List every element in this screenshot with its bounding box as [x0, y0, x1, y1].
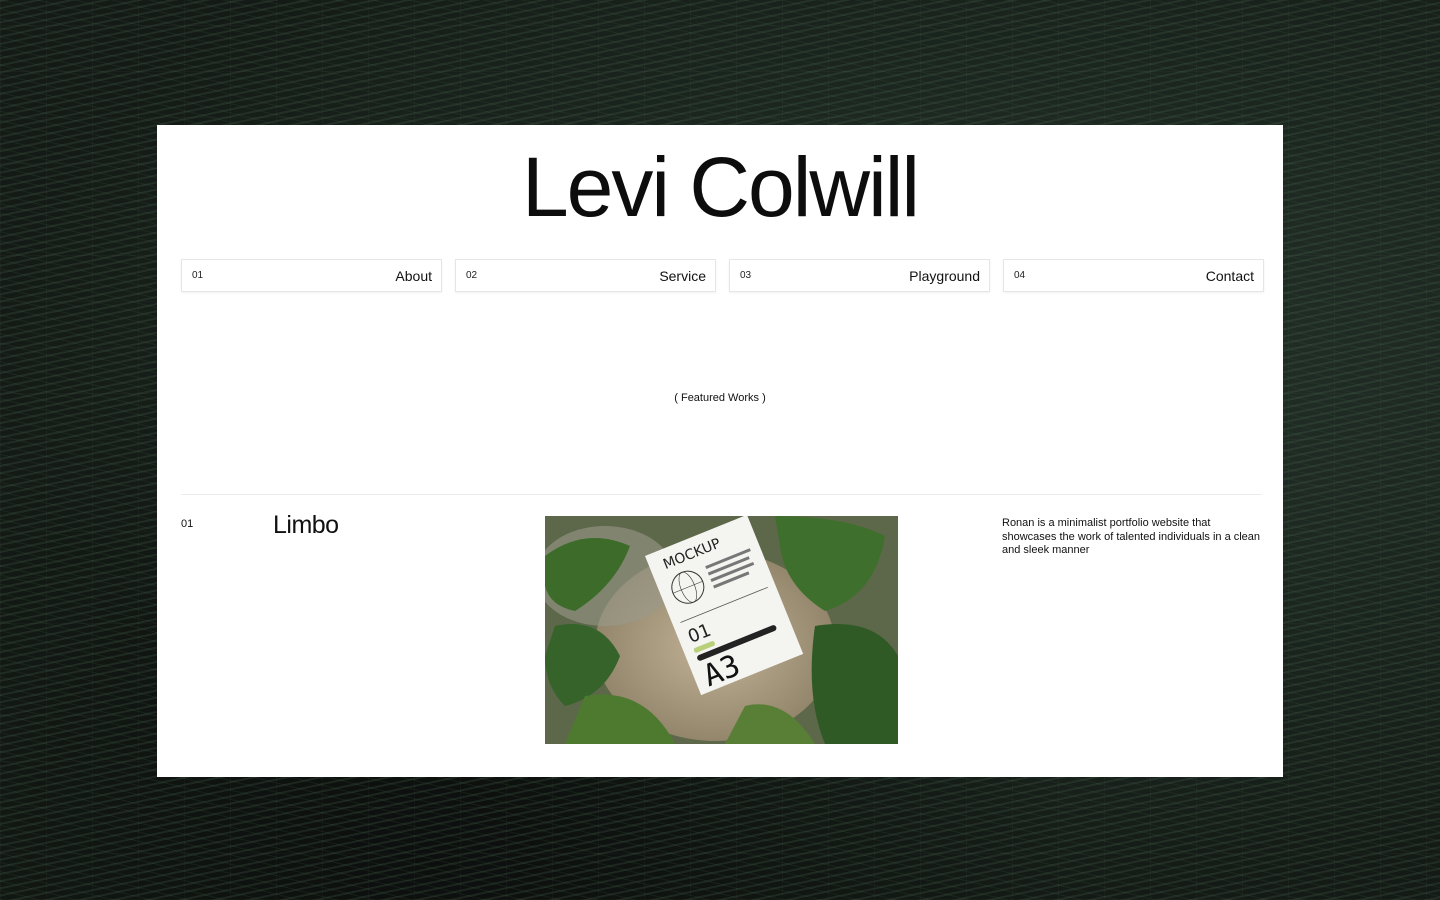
work-title[interactable]: Limbo: [273, 511, 339, 540]
featured-works-heading: ( Featured Works ): [674, 392, 766, 404]
portfolio-window: Levi Colwill 01 About 02 Service 03 Play…: [157, 125, 1283, 777]
nav-item-about[interactable]: 01 About: [181, 259, 442, 292]
nav-label: About: [395, 267, 432, 284]
work-thumbnail[interactable]: MOCKUP 01 A3: [545, 516, 898, 744]
site-title: Levi Colwill: [521, 140, 920, 234]
nav-number: 02: [466, 270, 478, 281]
nav-label: Contact: [1205, 267, 1254, 284]
mockup-image: MOCKUP 01 A3: [545, 516, 898, 744]
work-description: Ronan is a minimalist portfolio website …: [1002, 517, 1261, 556]
nav-item-playground[interactable]: 03 Playground: [729, 259, 990, 292]
nav-label: Service: [659, 267, 706, 284]
nav-label: Playground: [909, 267, 980, 284]
nav-item-service[interactable]: 02 Service: [455, 259, 716, 292]
nav-number: 04: [1014, 270, 1026, 281]
work-number: 01: [181, 518, 194, 530]
nav-number: 01: [192, 270, 204, 281]
main-nav: 01 About 02 Service 03 Playground 04 Con…: [181, 259, 1264, 292]
nav-number: 03: [740, 270, 752, 281]
nav-item-contact[interactable]: 04 Contact: [1003, 259, 1264, 292]
section-divider: [181, 494, 1262, 495]
